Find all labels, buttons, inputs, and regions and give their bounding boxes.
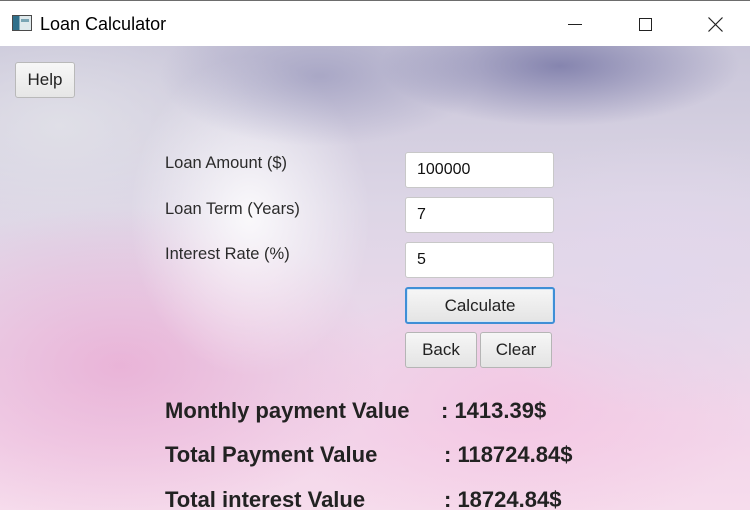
monthly-payment-label: Monthly payment Value bbox=[165, 398, 410, 423]
title-bar[interactable]: Loan Calculator bbox=[0, 0, 750, 46]
maximize-button[interactable] bbox=[610, 1, 680, 47]
calculate-button[interactable]: Calculate bbox=[405, 287, 555, 324]
window-title: Loan Calculator bbox=[40, 14, 167, 34]
total-payment-label: Total Payment Value bbox=[165, 442, 378, 467]
interest-rate-label: Interest Rate (%) bbox=[165, 245, 290, 263]
help-button[interactable]: Help bbox=[15, 62, 75, 98]
loan-calculator-window: Loan Calculator Help Loan Amount ($) Loa… bbox=[0, 0, 750, 510]
clear-button[interactable]: Clear bbox=[480, 332, 552, 368]
close-icon bbox=[707, 16, 723, 32]
loan-amount-label: Loan Amount ($) bbox=[165, 154, 287, 172]
interest-rate-input[interactable] bbox=[405, 242, 554, 278]
total-interest-label: Total interest Value bbox=[165, 487, 366, 510]
back-button[interactable]: Back bbox=[405, 332, 477, 368]
content-area: Help Loan Amount ($) Loan Term (Years) I… bbox=[0, 46, 750, 510]
total-payment-value: : 118724.84$ bbox=[444, 442, 573, 467]
close-button[interactable] bbox=[680, 1, 750, 47]
minimize-button[interactable] bbox=[540, 1, 610, 47]
loan-term-input[interactable] bbox=[405, 197, 554, 233]
loan-amount-input[interactable] bbox=[405, 152, 554, 188]
monthly-payment-value: : 1413.39$ bbox=[441, 398, 547, 423]
total-payment-result: Total Payment Value : 118724.84$ bbox=[165, 442, 572, 468]
monthly-payment-result: Monthly payment Value : 1413.39$ bbox=[165, 398, 546, 424]
app-window-icon bbox=[12, 15, 32, 31]
minimize-icon bbox=[568, 23, 582, 25]
total-interest-value: : 18724.84$ bbox=[444, 487, 562, 510]
maximize-icon bbox=[638, 17, 652, 31]
loan-term-label: Loan Term (Years) bbox=[165, 200, 300, 218]
total-interest-result: Total interest Value : 18724.84$ bbox=[165, 487, 561, 510]
